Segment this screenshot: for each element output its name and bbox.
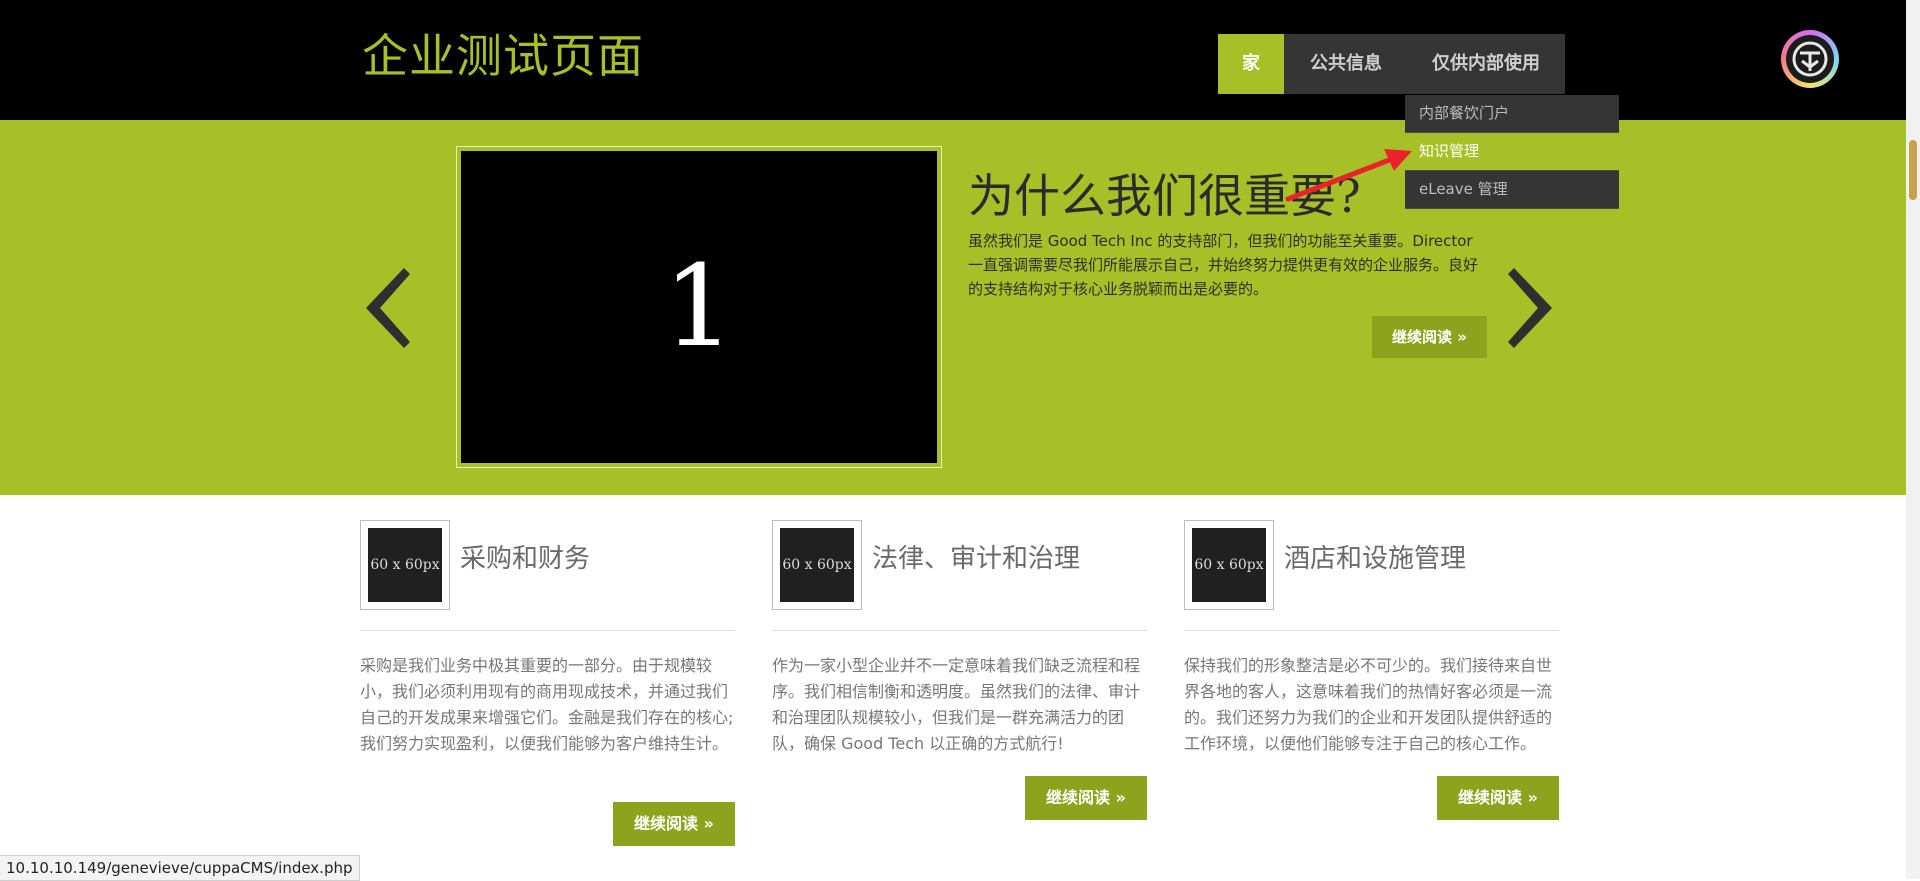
divider [1184, 630, 1559, 631]
chevron-left-icon[interactable] [362, 264, 414, 352]
column-title: 采购和财务 [460, 544, 591, 574]
app-logo-glyph [1792, 41, 1828, 77]
thumbnail-placeholder: 60 x 60px [368, 528, 442, 602]
hero-carousel [0, 120, 1920, 495]
site-header: 企业测试页面 家 公共信息 仅供内部使用 [0, 0, 1920, 120]
thumbnail-placeholder: 60 x 60px [780, 528, 854, 602]
column-text: 采购是我们业务中极其重要的一部分。由于规模较小，我们必须利用现有的商用现成技术，… [360, 656, 734, 753]
column-title: 法律、审计和治理 [872, 544, 1081, 574]
site-title[interactable]: 企业测试页面 [362, 20, 644, 86]
column-text: 保持我们的形象整洁是必不可少的。我们接待来自世界各地的客人，这意味着我们的热情好… [1184, 656, 1553, 753]
read-more-button[interactable]: 继续阅读 » [1025, 776, 1147, 820]
thumbnail-image: 60 x 60px [772, 520, 862, 610]
read-more-button[interactable]: 继续阅读 » [613, 802, 735, 846]
hero-read-more-button[interactable]: 继续阅读 » [1372, 316, 1487, 358]
app-logo-icon[interactable] [1781, 30, 1839, 88]
nav-item-public-info[interactable]: 公共信息 [1284, 34, 1408, 94]
divider [772, 630, 1147, 631]
slide-number: 1 [663, 242, 735, 372]
divider [360, 630, 735, 631]
scrollbar-thumb[interactable] [1909, 140, 1917, 200]
app-logo-inner [1786, 35, 1834, 83]
column-title: 酒店和设施管理 [1284, 544, 1467, 574]
thumbnail-image: 60 x 60px [1184, 520, 1274, 610]
thumbnail-image: 60 x 60px [360, 520, 450, 610]
nav-item-internal-only[interactable]: 仅供内部使用 [1408, 34, 1565, 94]
internal-dropdown-menu: 内部餐饮门户 知识管理 eLeave 管理 [1405, 95, 1619, 209]
slide-image-frame: 1 [456, 146, 942, 468]
page-scrollbar[interactable] [1906, 0, 1920, 879]
main-nav: 家 公共信息 仅供内部使用 [1218, 34, 1565, 94]
dropdown-item-knowledge[interactable]: 知识管理 [1405, 133, 1619, 171]
dropdown-item-eleave[interactable]: eLeave 管理 [1405, 171, 1619, 209]
thumbnail-placeholder: 60 x 60px [1192, 528, 1266, 602]
hero-title: 为什么我们很重要? [968, 169, 1361, 223]
read-more-button[interactable]: 继续阅读 » [1437, 776, 1559, 820]
slide-image: 1 [461, 151, 937, 463]
dropdown-item-catering[interactable]: 内部餐饮门户 [1405, 95, 1619, 133]
status-bar-url: 10.10.10.149/genevieve/cuppaCMS/index.ph… [0, 855, 360, 881]
nav-item-home[interactable]: 家 [1218, 34, 1284, 94]
chevron-right-icon[interactable] [1504, 264, 1556, 352]
column-text: 作为一家小型企业并不一定意味着我们缺乏流程和程序。我们相信制衡和透明度。虽然我们… [772, 656, 1141, 753]
hero-text: 虽然我们是 Good Tech Inc 的支持部门，但我们的功能至关重要。Dir… [968, 232, 1479, 298]
